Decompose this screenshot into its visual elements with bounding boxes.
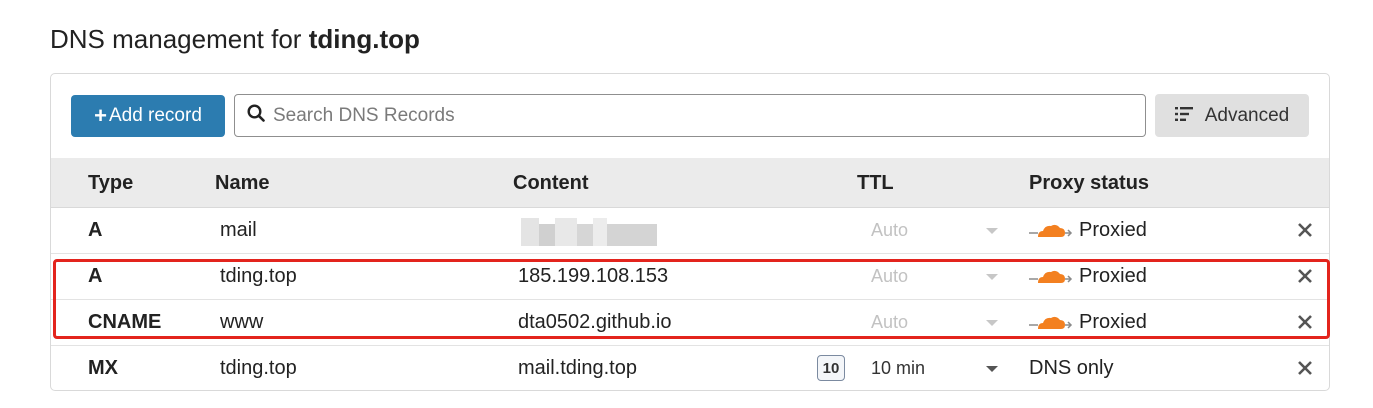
close-icon xyxy=(1298,315,1312,329)
search-icon xyxy=(247,104,265,127)
close-icon xyxy=(1298,269,1312,283)
delete-record-button[interactable] xyxy=(1295,219,1315,241)
chevron-down-icon xyxy=(986,320,998,326)
add-record-label: Add record xyxy=(108,105,202,126)
table-row[interactable]: CNAME www dta0502.github.io Auto Proxied xyxy=(51,300,1329,346)
record-content: dta0502.github.io xyxy=(518,311,672,333)
header-proxy-status[interactable]: Proxy status xyxy=(1029,172,1149,195)
dns-toolbar: + Add record Advanced xyxy=(51,74,1329,158)
delete-record-button[interactable] xyxy=(1295,357,1315,379)
proxy-status-label: Proxied xyxy=(1079,219,1147,241)
ttl-select: Auto xyxy=(871,312,909,332)
record-name: tding.top xyxy=(220,265,297,287)
proxy-status-toggle[interactable]: Proxied xyxy=(1029,219,1147,242)
record-content: 185.199.108.153 xyxy=(518,265,669,287)
search-box[interactable] xyxy=(234,94,1146,137)
record-type: MX xyxy=(88,357,118,379)
redacted-content xyxy=(521,218,657,246)
ttl-select: Auto xyxy=(871,220,909,240)
chevron-down-icon[interactable] xyxy=(986,366,998,372)
advanced-label: Advanced xyxy=(1204,104,1290,126)
cloud-icon xyxy=(1029,270,1073,283)
proxy-status-toggle[interactable]: Proxied xyxy=(1029,265,1147,288)
header-ttl[interactable]: TTL xyxy=(857,172,894,195)
close-icon xyxy=(1298,361,1312,375)
table-row[interactable]: A mail Auto Proxied xyxy=(51,208,1329,254)
record-name: mail xyxy=(220,219,257,241)
proxy-status-label: Proxied xyxy=(1079,265,1147,287)
close-icon xyxy=(1298,223,1312,237)
cloud-icon xyxy=(1029,224,1073,237)
page-title-prefix: DNS management for xyxy=(50,24,302,54)
record-content: mail.tding.top xyxy=(518,357,637,379)
search-input[interactable] xyxy=(273,104,1133,127)
page-title: DNS management for tding.top xyxy=(50,24,420,55)
chevron-down-icon xyxy=(986,274,998,280)
proxy-status-label: DNS only xyxy=(1029,357,1114,379)
table-row[interactable]: MX tding.top mail.tding.top 10 10 min DN… xyxy=(51,346,1329,390)
header-type[interactable]: Type xyxy=(88,172,133,195)
mx-priority-badge: 10 xyxy=(817,355,845,381)
header-name[interactable]: Name xyxy=(215,172,269,195)
list-icon xyxy=(1174,105,1205,127)
plus-icon: + xyxy=(94,103,107,128)
proxy-status-toggle[interactable]: Proxied xyxy=(1029,311,1147,334)
table-row[interactable]: A tding.top 185.199.108.153 Auto Proxied xyxy=(51,254,1329,300)
page-title-domain: tding.top xyxy=(308,24,420,54)
record-name: tding.top xyxy=(220,357,297,379)
record-type: A xyxy=(88,219,103,241)
ttl-select: Auto xyxy=(871,266,909,286)
delete-record-button[interactable] xyxy=(1295,265,1315,287)
record-name: www xyxy=(220,311,264,333)
cloud-icon xyxy=(1029,316,1073,329)
proxy-status-label: Proxied xyxy=(1079,311,1147,333)
header-content[interactable]: Content xyxy=(513,172,589,195)
delete-record-button[interactable] xyxy=(1295,311,1315,333)
record-type: A xyxy=(88,265,103,287)
dns-records-card: + Add record Advanced Type Name Content … xyxy=(50,73,1330,391)
record-type: CNAME xyxy=(88,311,162,333)
chevron-down-icon xyxy=(986,228,998,234)
table-header: Type Name Content TTL Proxy status xyxy=(51,158,1329,208)
advanced-button[interactable]: Advanced xyxy=(1155,94,1309,137)
add-record-button[interactable]: + Add record xyxy=(71,95,225,137)
ttl-select[interactable]: 10 min xyxy=(871,358,925,379)
